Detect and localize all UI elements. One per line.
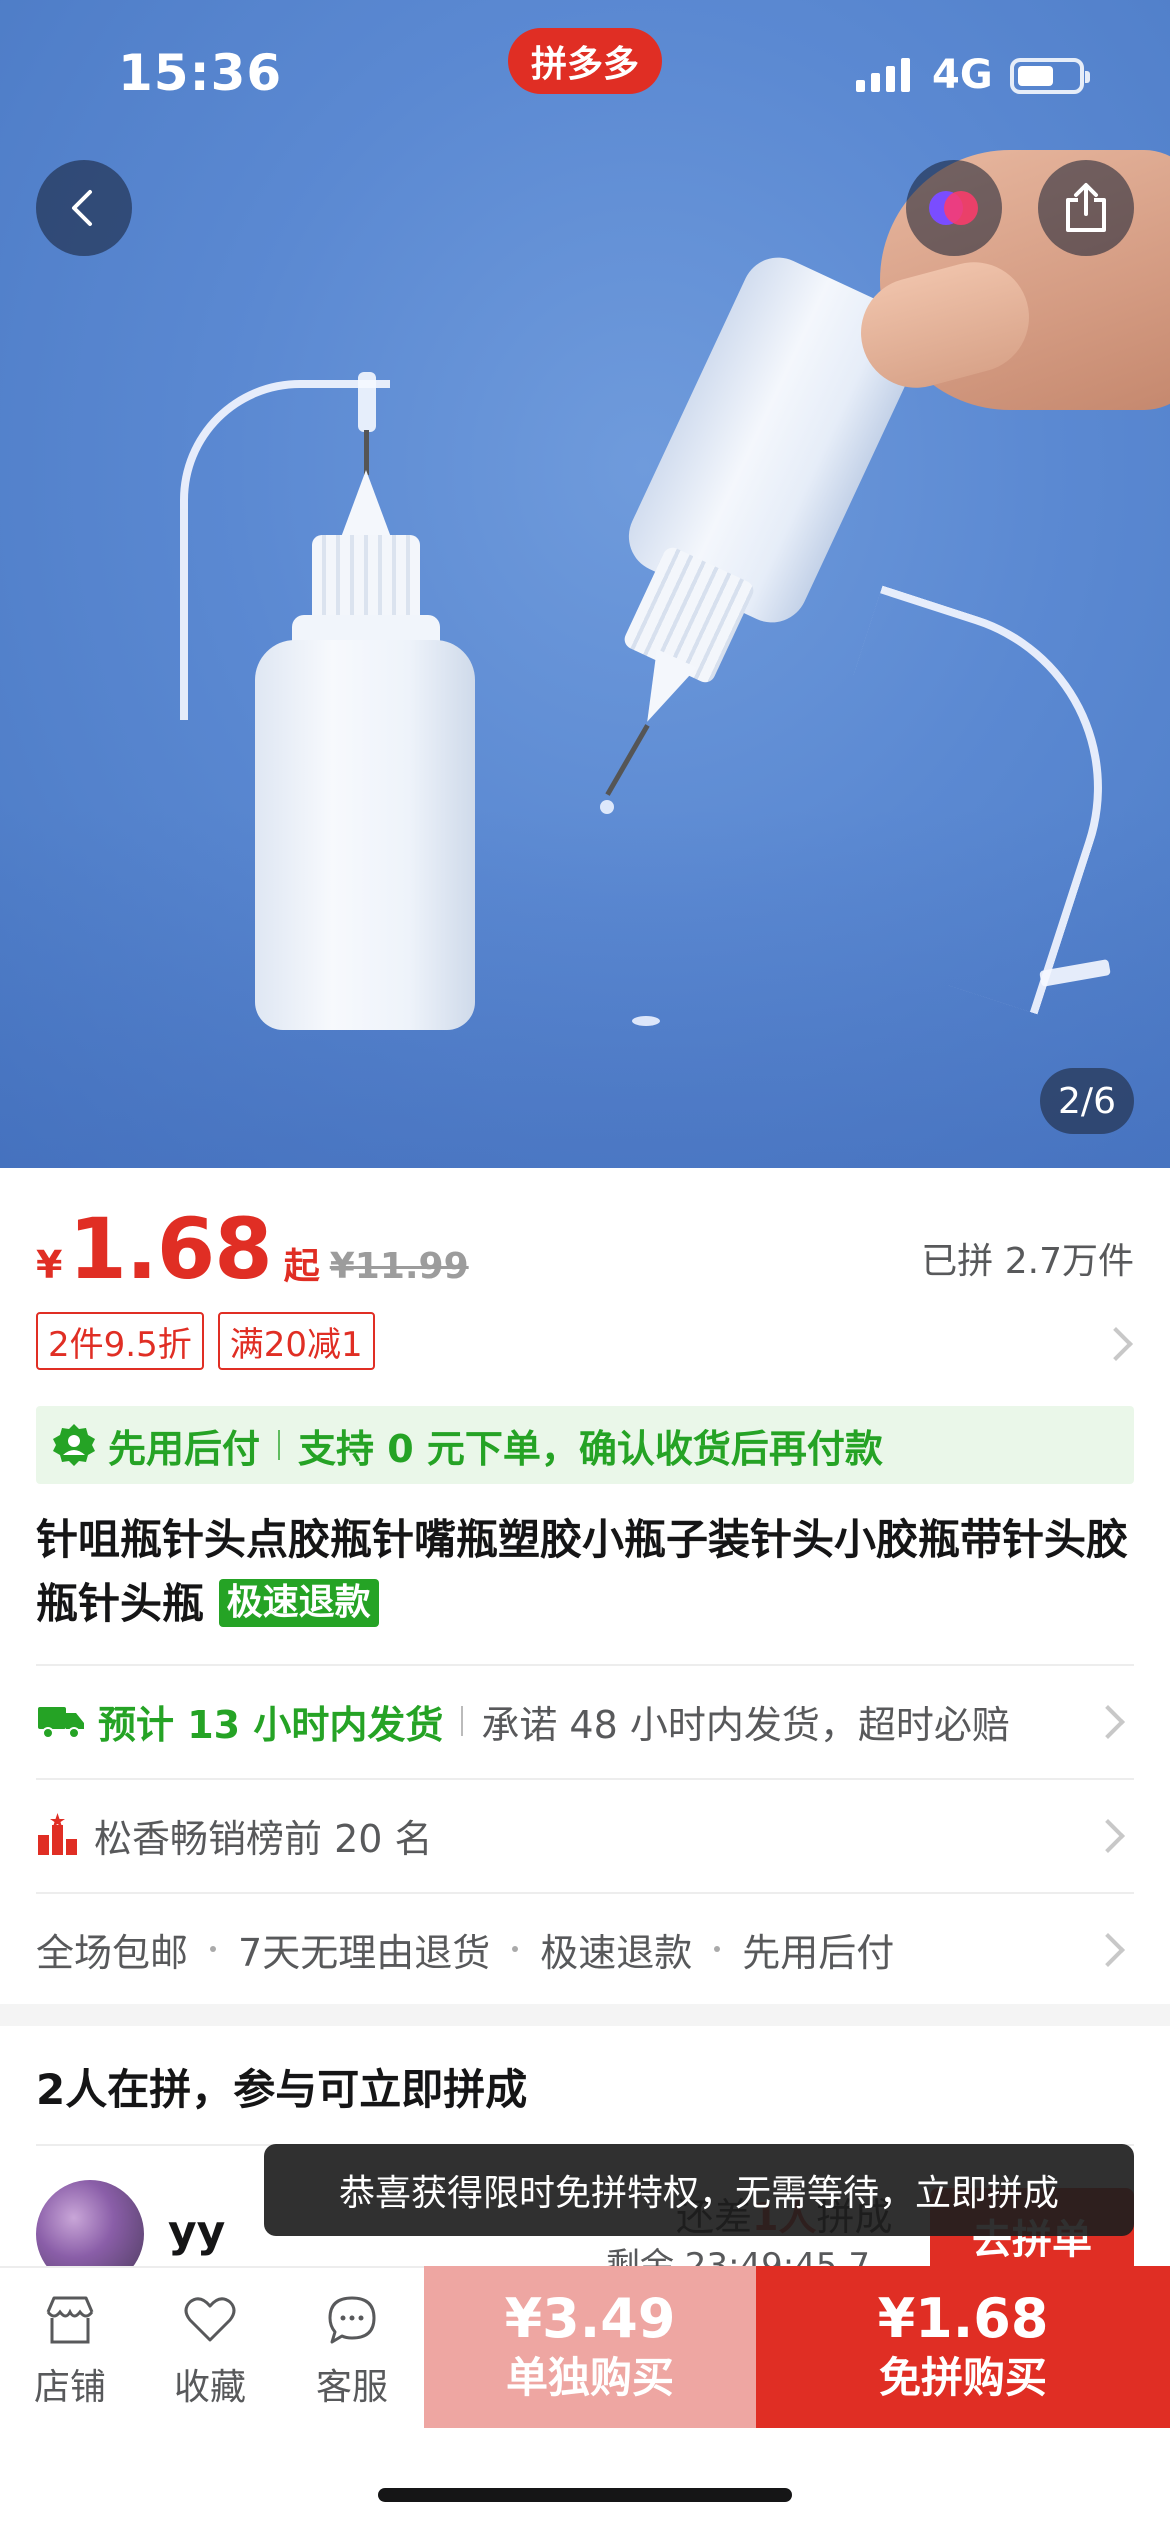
status-time: 15:36 xyxy=(118,44,283,102)
nav-service[interactable]: 客服 xyxy=(292,2290,412,2410)
chat-icon xyxy=(328,2296,376,2344)
back-arrow-icon xyxy=(72,190,92,226)
pay-later-badge-icon xyxy=(53,1424,95,1466)
product-photo-needle xyxy=(364,430,369,475)
services-row[interactable]: 全场包邮 7天无理由退货 极速退款 先用后付 xyxy=(36,1892,1134,2004)
divider xyxy=(278,1430,281,1460)
product-photo-bottle xyxy=(255,640,475,1030)
section-separator xyxy=(0,2004,1170,2026)
service-item: 全场包邮 xyxy=(36,1930,189,1975)
shipping-promise: 承诺 48 小时内发货，超时必赔 xyxy=(481,1702,1010,1747)
buy-group-price: ¥1.68 xyxy=(877,2287,1049,2350)
shipping-row[interactable]: 预计 13 小时内发货 承诺 48 小时内发货，超时必赔 xyxy=(36,1664,1134,1776)
buy-alone-button[interactable]: ¥3.49 单独购买 xyxy=(424,2266,756,2428)
image-counter: 2/6 xyxy=(1040,1068,1134,1134)
product-photo-nozzle xyxy=(340,470,392,540)
product-title-text: 针咀瓶针头点胶瓶针嘴瓶塑胶小瓶子装针头小胶瓶带针头胶瓶针头瓶 xyxy=(36,1515,1129,1628)
coupon-tag[interactable]: 2件9.5折 xyxy=(36,1312,204,1370)
dot-separator xyxy=(210,1946,217,1952)
signal-icon xyxy=(856,58,910,92)
share-icon xyxy=(1066,183,1106,232)
product-photo-needle-tilted xyxy=(605,724,650,796)
product-image-gallery[interactable]: 15:36 拼多多 4G 2/6 xyxy=(0,0,1170,1168)
buy-group-button[interactable]: ¥1.68 免拼购买 xyxy=(756,2266,1170,2428)
product-title: 针咀瓶针头点胶瓶针嘴瓶塑胶小瓶子装针头小胶瓶带针头胶瓶针头瓶 极速退款 xyxy=(36,1508,1136,1636)
service-item: 先用后付 xyxy=(742,1930,895,1975)
buy-alone-price: ¥3.49 xyxy=(504,2287,676,2350)
product-photo-tube-cap xyxy=(358,372,376,432)
product-photo-droplet xyxy=(600,800,614,814)
chevron-right-icon xyxy=(1091,1705,1125,1739)
nav-store-label: 店铺 xyxy=(33,2367,106,2408)
ranking-icon xyxy=(38,1813,77,1855)
pay-later-banner[interactable]: 先用后付 支持 0 元下单，确认收货后再付款 xyxy=(36,1406,1134,1484)
sold-count: 已拼 2.7万件 xyxy=(921,1241,1134,1282)
store-icon xyxy=(46,2296,94,2344)
network-type: 4G xyxy=(932,52,993,98)
truck-icon xyxy=(38,1707,84,1739)
service-item: 极速退款 xyxy=(540,1930,693,1975)
divider xyxy=(461,1706,464,1736)
status-bar: 15:36 拼多多 4G xyxy=(0,0,1170,150)
dot-separator xyxy=(512,1946,519,1952)
chevron-right-icon xyxy=(1091,1933,1125,1967)
assistant-bubble-icon xyxy=(929,191,978,225)
battery-level xyxy=(1018,66,1053,86)
price-value: 1.68 xyxy=(68,1200,272,1298)
ranking-text: 松香畅销榜前 20 名 xyxy=(94,1816,433,1861)
battery-icon xyxy=(1010,58,1090,94)
coupon-list[interactable]: 2件9.5折 满20减1 xyxy=(36,1312,375,1370)
chevron-right-icon xyxy=(1091,1819,1125,1853)
group-buy-title: 2人在拼，参与可立即拼成 xyxy=(36,2065,528,2114)
service-list: 全场包邮 7天无理由退货 极速退款 先用后付 xyxy=(36,1922,894,1977)
toast-message: 恭喜获得限时免拼特权，无需等待，立即拼成 xyxy=(264,2144,1134,2236)
nav-service-label: 客服 xyxy=(315,2367,388,2408)
price-row: ¥ 1.68 起 ¥11.99 xyxy=(36,1200,469,1298)
nav-store[interactable]: 店铺 xyxy=(10,2290,130,2410)
product-photo-droplet xyxy=(632,1016,660,1026)
heart-icon xyxy=(184,2297,236,2342)
buy-alone-label: 单独购买 xyxy=(505,2353,674,2402)
dot-separator xyxy=(714,1946,721,1952)
chevron-right-icon[interactable] xyxy=(1099,1327,1133,1361)
buy-group-label: 免拼购买 xyxy=(878,2353,1047,2402)
home-indicator[interactable] xyxy=(378,2488,792,2502)
group-user-name: yy xyxy=(168,2206,226,2257)
shipping-estimate: 预计 13 小时内发货 xyxy=(98,1702,444,1747)
nav-favorite[interactable]: 收藏 xyxy=(150,2290,270,2410)
assistant-button[interactable] xyxy=(906,160,1002,256)
brand-badge: 拼多多 xyxy=(508,28,662,94)
ranking-row[interactable]: 松香畅销榜前 20 名 xyxy=(36,1778,1134,1890)
price-suffix: 起 xyxy=(283,1246,320,1287)
original-price: ¥11.99 xyxy=(329,1246,469,1287)
share-button[interactable] xyxy=(1038,160,1134,256)
price-currency: ¥ xyxy=(36,1243,63,1287)
pay-later-text: 支持 0 元下单，确认收货后再付款 xyxy=(298,1426,883,1471)
pay-later-label: 先用后付 xyxy=(108,1426,261,1471)
coupon-tag[interactable]: 满20减1 xyxy=(217,1312,375,1370)
nav-favorite-label: 收藏 xyxy=(173,2367,246,2408)
back-button[interactable] xyxy=(36,160,132,256)
service-item: 7天无理由退货 xyxy=(238,1930,491,1975)
fast-refund-tag: 极速退款 xyxy=(218,1579,379,1627)
